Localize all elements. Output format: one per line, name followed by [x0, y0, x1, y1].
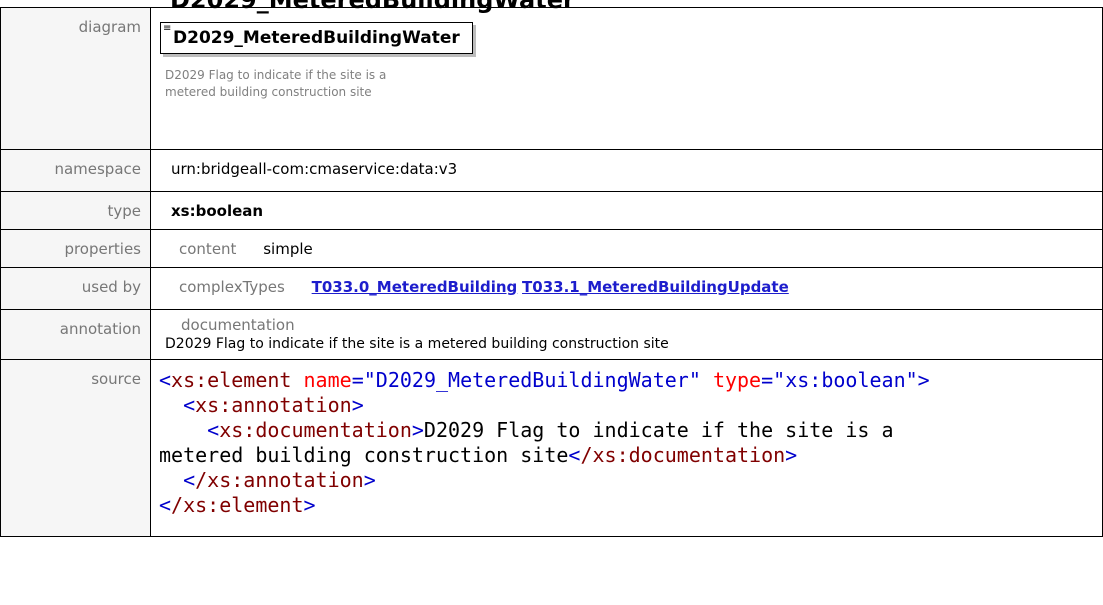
row-diagram: diagram ≡ D2029_MeteredBuildingWater D20… — [0, 7, 1103, 150]
source-code: <xs:element name="D2029_MeteredBuildingW… — [159, 368, 930, 517]
properties-value: content simple — [150, 229, 1103, 268]
row-used-by: used by complexTypes T033.0_MeteredBuild… — [0, 267, 1103, 310]
element-doc-table: diagram ≡ D2029_MeteredBuildingWater D20… — [0, 7, 1103, 537]
row-properties: properties content simple — [0, 229, 1103, 268]
label-type: type — [0, 191, 151, 230]
source-value: <xs:element name="D2029_MeteredBuildingW… — [150, 359, 1103, 537]
label-diagram: diagram — [0, 7, 151, 150]
link-t033-1[interactable]: T033.1_MeteredBuildingUpdate — [522, 278, 789, 296]
annotation-kind: documentation — [181, 316, 295, 334]
label-namespace: namespace — [0, 149, 151, 192]
label-used-by: used by — [0, 267, 151, 310]
element-doc-icon: ≡ — [163, 23, 172, 34]
annotation-text: D2029 Flag to indicate if the site is a … — [165, 336, 669, 352]
used-by-value: complexTypes T033.0_MeteredBuilding T033… — [150, 267, 1103, 310]
used-by-kind: complexTypes — [179, 278, 285, 296]
namespace-value: urn:bridgeall-com:cmaservice:data:v3 — [150, 149, 1103, 192]
diagram-doc-text: D2029 Flag to indicate if the site is a … — [165, 68, 387, 99]
annotation-value: documentation D2029 Flag to indicate if … — [150, 309, 1103, 360]
properties-key: content — [179, 240, 237, 258]
type-value: xs:boolean — [150, 191, 1103, 230]
diagram-cell: ≡ D2029_MeteredBuildingWater D2029 Flag … — [150, 7, 1103, 150]
row-source: source <xs:element name="D2029_MeteredBu… — [0, 359, 1103, 537]
diagram-element-box[interactable]: ≡ D2029_MeteredBuildingWater — [160, 22, 473, 54]
link-t033-0[interactable]: T033.0_MeteredBuilding — [312, 278, 518, 296]
row-namespace: namespace urn:bridgeall-com:cmaservice:d… — [0, 149, 1103, 192]
label-annotation: annotation — [0, 309, 151, 360]
label-source: source — [0, 359, 151, 537]
diagram-element-name: D2029_MeteredBuildingWater — [173, 28, 460, 48]
row-annotation: annotation documentation D2029 Flag to i… — [0, 309, 1103, 360]
label-properties: properties — [0, 229, 151, 268]
properties-val: simple — [263, 240, 313, 258]
row-type: type xs:boolean — [0, 191, 1103, 230]
